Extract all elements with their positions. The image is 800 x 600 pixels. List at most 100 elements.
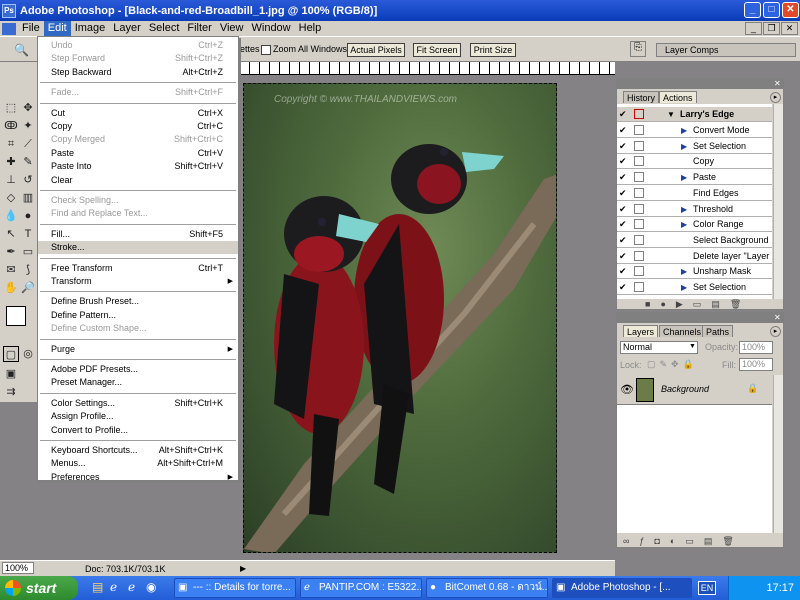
layer-mask-icon[interactable]: ◘: [654, 536, 669, 546]
action-step-row[interactable]: ✔ ▶ Convert Mode: [617, 123, 772, 138]
adjustment-layer-icon[interactable]: ◐: [670, 536, 685, 546]
action-step-row[interactable]: ✔Delete layer "Layer 1": [617, 248, 772, 276]
menu-item-menus[interactable]: Menus... Alt+Shift+Ctrl+M: [38, 457, 238, 470]
status-menu-arrow-icon[interactable]: ▶: [240, 562, 246, 576]
action-set-checkmark-icon[interactable]: ✔: [619, 107, 630, 122]
step-dialog-toggle-icon[interactable]: [634, 187, 644, 198]
language-indicator[interactable]: EN: [698, 581, 716, 595]
step-dialog-toggle-icon[interactable]: [634, 234, 644, 245]
quicklaunch-ie-icon[interactable]: ℯ: [110, 580, 117, 594]
actions-panel-close-icon[interactable]: ✕: [774, 79, 783, 88]
step-checkmark-icon[interactable]: ✔: [619, 139, 630, 154]
healing-brush-icon[interactable]: ✚: [3, 154, 19, 170]
action-step-row[interactable]: ✔ ▶ Color Range: [617, 217, 772, 233]
task-bitcomet[interactable]: ● BitComet 0.68 - ดาวน์...: [426, 578, 548, 598]
menu-item-purge[interactable]: Purge ▶: [38, 343, 238, 356]
blur-tool-icon[interactable]: 💧: [3, 208, 19, 224]
quick-mask-icon[interactable]: ◎: [20, 346, 36, 362]
pen-tool-icon[interactable]: ✒: [3, 244, 19, 260]
maximize-button[interactable]: □: [763, 2, 780, 18]
action-step-row[interactable]: ✔ Find Edges: [617, 185, 772, 201]
doc-minimize-button[interactable]: _: [745, 22, 762, 35]
blend-mode-chevron-icon[interactable]: ▼: [689, 343, 696, 350]
history-brush-icon[interactable]: ↺: [20, 172, 36, 188]
delete-action-icon[interactable]: 🗑: [730, 299, 751, 309]
play-icon[interactable]: ▶: [676, 299, 693, 309]
tab-layers[interactable]: Layers: [623, 325, 659, 337]
new-action-icon[interactable]: ▤: [711, 299, 730, 309]
menu-item-color-settings[interactable]: Color Settings... Shift+Ctrl+K: [38, 397, 238, 410]
jump-to-imageready-icon[interactable]: ⇉: [3, 384, 19, 400]
menu-item-convert-to-profile[interactable]: Convert to Profile...: [38, 424, 238, 437]
menu-item-copy[interactable]: Copy Ctrl+C: [38, 120, 238, 133]
layers-panel-titlebar[interactable]: [617, 313, 783, 323]
step-checkmark-icon[interactable]: ✔: [619, 202, 630, 217]
menu-edit[interactable]: Edit: [43, 21, 71, 36]
menu-item-preferences[interactable]: Preferences ▶: [38, 471, 238, 484]
step-checkmark-icon[interactable]: ✔: [619, 217, 630, 232]
quicklaunch-media-icon[interactable]: ◉: [146, 580, 156, 594]
action-step-row[interactable]: ✔ ▶ Set Selection: [617, 280, 772, 295]
step-expand-icon[interactable]: ▶: [681, 202, 687, 217]
crop-tool-icon[interactable]: ⌗: [3, 136, 19, 152]
doc-restore-button[interactable]: ❐: [763, 22, 780, 35]
step-dialog-toggle-icon[interactable]: [634, 282, 644, 292]
menu-filter[interactable]: Filter: [183, 21, 215, 36]
lasso-tool-icon[interactable]: ↂ: [3, 118, 19, 134]
task-details-torrent[interactable]: ▣ --- :: Details for torre...: [174, 578, 296, 598]
menu-item-paste[interactable]: Paste Ctrl+V: [38, 147, 238, 160]
action-set-expand-icon[interactable]: ▼: [667, 107, 675, 122]
step-expand-icon[interactable]: ▶: [681, 170, 687, 185]
step-checkmark-icon[interactable]: ✔: [619, 170, 630, 185]
menu-select[interactable]: Select: [145, 21, 184, 36]
menu-item-fill[interactable]: Fill... Shift+F5: [38, 228, 238, 241]
menu-view[interactable]: View: [216, 21, 248, 36]
step-dialog-toggle-icon[interactable]: [634, 125, 644, 135]
new-layer-icon[interactable]: ▤: [704, 536, 723, 546]
menu-item-adobe-pdf-presets[interactable]: Adobe PDF Presets...: [38, 363, 238, 376]
print-size-button[interactable]: Print Size: [470, 43, 516, 57]
quicklaunch-folder-icon[interactable]: ▤: [92, 580, 103, 594]
layer-row-background[interactable]: 👁 Background 🔒: [617, 375, 772, 405]
step-checkmark-icon[interactable]: ✔: [619, 249, 630, 264]
brush-tool-icon[interactable]: ✎: [20, 154, 36, 170]
menu-item-assign-profile[interactable]: Assign Profile...: [38, 410, 238, 423]
tab-actions[interactable]: Actions: [659, 91, 697, 103]
dodge-tool-icon[interactable]: ●: [20, 208, 36, 224]
menu-file[interactable]: File: [18, 21, 44, 36]
slice-tool-icon[interactable]: ⟋: [20, 136, 36, 152]
foreground-color-swatch[interactable]: [6, 306, 26, 326]
action-step-row[interactable]: ✔ ▶ Set Selection: [617, 138, 772, 154]
zoom-all-windows-checkbox[interactable]: [261, 45, 271, 55]
menu-window[interactable]: Window: [248, 21, 295, 36]
blend-mode-select[interactable]: Normal: [620, 341, 698, 354]
new-set-icon[interactable]: ▭: [693, 299, 712, 309]
step-checkmark-icon[interactable]: ✔: [619, 154, 630, 169]
zoom-level-field[interactable]: 100%: [2, 562, 34, 574]
delete-layer-icon[interactable]: 🗑: [722, 536, 743, 546]
actions-scrollbar[interactable]: [773, 104, 783, 299]
action-step-row[interactable]: ✔ ▶ Paste: [617, 170, 772, 186]
layers-scrollbar[interactable]: [773, 375, 783, 533]
menu-help[interactable]: Help: [295, 21, 326, 36]
document-canvas[interactable]: Copyright © www.THAILANDVIEWS.com: [243, 83, 557, 553]
document-icon[interactable]: [2, 22, 16, 35]
tab-history[interactable]: History: [623, 91, 660, 103]
step-checkmark-icon[interactable]: ✔: [619, 186, 630, 201]
zoom-tool-icon[interactable]: 🔎: [20, 280, 36, 296]
hand-tool-icon[interactable]: ✋: [3, 280, 19, 296]
menu-item-free-transform[interactable]: Free Transform Ctrl+T: [38, 262, 238, 275]
step-dialog-toggle-icon[interactable]: [634, 219, 644, 230]
layer-comps-tab[interactable]: Layer Comps: [656, 43, 796, 57]
step-expand-icon[interactable]: ▶: [681, 280, 687, 295]
eraser-tool-icon[interactable]: ◇: [3, 190, 19, 206]
marquee-tool-icon[interactable]: ⬚: [3, 100, 19, 116]
step-checkmark-icon[interactable]: ✔: [619, 280, 630, 295]
action-step-row[interactable]: ✔ ▶ Unsharp Mask: [617, 264, 772, 280]
layer-visibility-eye-icon[interactable]: 👁: [620, 383, 634, 396]
action-set-row[interactable]: ✔ ▼ Larry's Edge Sharpe...: [617, 107, 772, 134]
minimize-button[interactable]: _: [744, 2, 761, 18]
action-set-dialog-toggle-icon[interactable]: [634, 109, 644, 119]
opacity-field[interactable]: 100%: [739, 341, 773, 354]
tab-paths[interactable]: Paths: [702, 325, 734, 337]
